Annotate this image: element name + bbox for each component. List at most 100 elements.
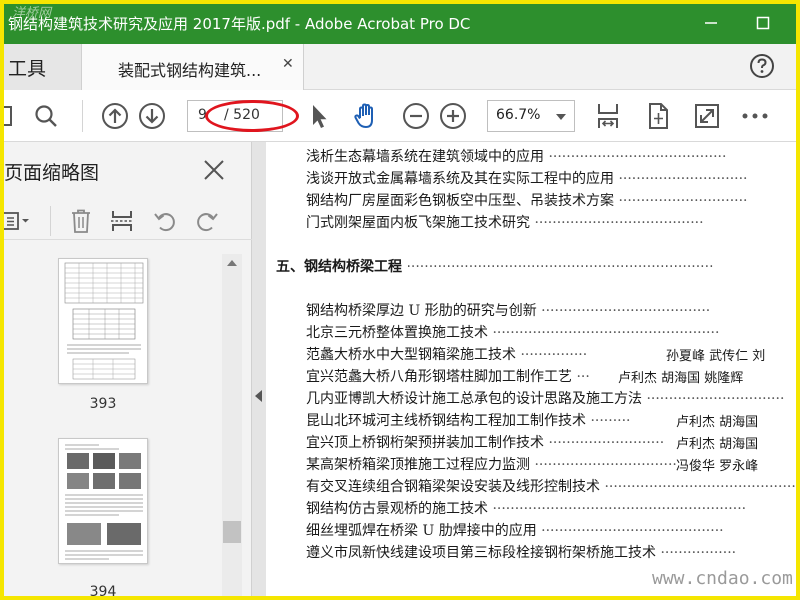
toc-entry: 钢结构厂房屋面彩色钢板空中压型、吊装技术方案 ·················… [306,190,748,210]
toolbar: 9 / 520 66.7% [0,90,800,142]
arrow-down-circle-icon [139,103,165,129]
toc-entry: 范蠡大桥水中大型钢箱梁施工技术 ··············· [306,344,587,364]
zoom-level-value: 66.7% [496,107,541,123]
toc-entry-title: 浅谈开放式金属幕墙系统及其在实际工程中的应用 [306,171,614,187]
full-screen-button[interactable] [691,100,723,132]
zoom-in-button[interactable] [437,100,469,132]
zoom-out-button[interactable] [400,100,432,132]
tab-tools[interactable]: 工具 [0,44,82,90]
toc-leader-dots: ······································ [530,215,704,231]
toc-entry-authors: 孙夏峰 武传仁 刘 [666,349,766,364]
save-button[interactable] [0,100,18,132]
more-tools-button[interactable] [739,100,771,132]
tab-tools-label: 工具 [8,58,47,80]
rotate-right-icon [197,213,218,232]
hand-icon [354,103,373,128]
toc-entry: 昆山北环城河主线桥钢结构工程加工制作技术 ········· [306,410,631,430]
toc-entry: 浅析生态幕墙系统在建筑领域中的应用 ······················… [306,146,726,166]
close-tab-icon[interactable]: ✕ [282,56,294,72]
zoom-out-icon [403,103,429,129]
panel-splitter[interactable] [252,142,266,600]
next-page-button[interactable] [136,100,168,132]
fit-width-button[interactable] [592,100,624,132]
site-watermark: www.cndao.com [652,568,793,589]
toc-entry-title: 钢结构桥梁厚边 U 形肋的研究与创新 [306,303,537,319]
toc-entry: 细丝埋弧焊在桥梁 U 肋焊接中的应用 ·····················… [306,520,724,540]
toc-entry-title: 浅析生态幕墙系统在建筑领域中的应用 [306,149,544,165]
page-thumbnail[interactable] [58,438,148,564]
help-button[interactable] [748,52,776,80]
title-bar: 钢结构建筑技术研究及应用 2017年版.pdf - Adobe Acrobat … [0,0,800,44]
toc-entry: 有交叉连续组合钢箱梁架设安装及线形控制技术 ··················… [306,476,800,496]
insert-page-button[interactable] [107,206,137,236]
thumbnail-page-number: 394 [89,584,117,600]
hand-tool-button[interactable] [350,100,382,132]
tab-document[interactable]: 装配式钢结构建筑... ✕ [82,44,304,90]
minimize-button[interactable] [698,10,724,36]
help-icon [750,54,774,78]
toc-leader-dots: ······································ [536,303,711,319]
toc-leader-dots: ········································… [488,325,720,341]
page-thumbnails-panel: 页面缩略图 393 394 [0,142,252,600]
toc-entry-title: 几内亚博凯大桥设计施工总承包的设计思路及施工方法 [306,391,642,407]
close-icon [204,160,224,180]
toc-entry: 遵义市凤新快线建设项目第三标段栓接钢桁架桥施工技术 ··············… [306,542,736,562]
panel-toolbar [0,202,252,240]
zoom-in-icon [440,103,466,129]
toc-entry-title: 某高架桥箱梁顶推施工过程应力监测 [306,457,530,473]
section-heading-text: 五、钢结构桥梁工程 [276,259,402,275]
section-heading: 五、钢结构桥梁工程 ······························… [276,256,714,276]
scrollbar-thumb[interactable] [223,521,241,543]
rotate-left-button[interactable] [150,206,180,236]
search-button[interactable] [30,100,62,132]
options-list-icon [2,212,29,230]
chevron-down-icon [556,114,566,120]
toc-leader-dots: ········································ [544,149,727,165]
maximize-button[interactable] [750,10,776,36]
toc-leader-dots: ··············· [516,347,588,363]
tab-bar: 工具 装配式钢结构建筑... ✕ [0,44,800,90]
scroll-up-arrow-icon[interactable] [227,260,237,266]
delete-page-button[interactable] [66,206,96,236]
panel-title: 页面缩略图 [4,162,100,184]
toc-entry-authors: 卢利杰 胡海国 姚隆辉 [618,371,744,386]
thumbnail-page-number: 393 [89,396,117,412]
close-panel-button[interactable] [202,158,226,182]
toc-entry-authors: 卢利杰 胡海国 [676,437,759,452]
toc-entry-title: 北京三元桥整体置换施工技术 [306,325,488,341]
tab-document-label: 装配式钢结构建筑... [118,61,262,80]
select-tool-button[interactable] [302,100,334,132]
collapse-panel-arrow-icon[interactable] [255,390,262,402]
toc-entry: 门式刚架屋面内板飞架施工技术研究 ·······················… [306,212,704,232]
search-icon [35,105,57,127]
toc-leader-dots: ·························· [544,435,665,451]
insert-page-icon [111,211,133,231]
toc-entry: 几内亚博凯大桥设计施工总承包的设计思路及施工方法 ···············… [306,388,784,408]
window-title: 钢结构建筑技术研究及应用 2017年版.pdf - Adobe Acrobat … [8,15,471,33]
toc-entry: 浅谈开放式金属幕墙系统及其在实际工程中的应用 ·················… [306,168,748,188]
cursor-arrow-icon [313,105,327,128]
fit-page-button[interactable] [642,100,674,132]
previous-page-button[interactable] [99,100,131,132]
expand-icon [695,104,719,128]
toc-entry-title: 范蠡大桥水中大型钢箱梁施工技术 [306,347,516,363]
toc-entry-title: 钢结构仿古景观桥的施工技术 [306,501,488,517]
toc-entry: 宜兴范蠡大桥八角形钢塔柱脚加工制作工艺 ··· [306,366,590,386]
rotate-right-button[interactable] [192,206,222,236]
toc-entry: 某高架桥箱梁顶推施工过程应力监测 ·······················… [306,454,677,474]
fit-page-icon [649,103,668,129]
minimize-icon [705,22,717,24]
toc-entry: 北京三元桥整体置换施工技术 ··························… [306,322,719,342]
toc-entry: 宜兴顶上桥钢桁架预拼装加工制作技术 ······················… [306,432,664,452]
save-icon [0,106,12,126]
toc-leader-dots: ····························· [614,193,748,209]
toc-leader-dots: ································ [530,457,677,473]
thumbnail-scrollbar[interactable] [222,254,242,600]
toc-entry-title: 宜兴范蠡大桥八角形钢塔柱脚加工制作工艺 [306,369,572,385]
toc-leader-dots: ······························· [642,391,785,407]
page-thumbnail[interactable] [58,258,148,384]
toc-entry-title: 昆山北环城河主线桥钢结构工程加工制作技术 [306,413,586,429]
options-menu-button[interactable] [2,206,32,236]
zoom-level-dropdown[interactable]: 66.7% [487,100,575,132]
page-preview-image [64,262,144,380]
